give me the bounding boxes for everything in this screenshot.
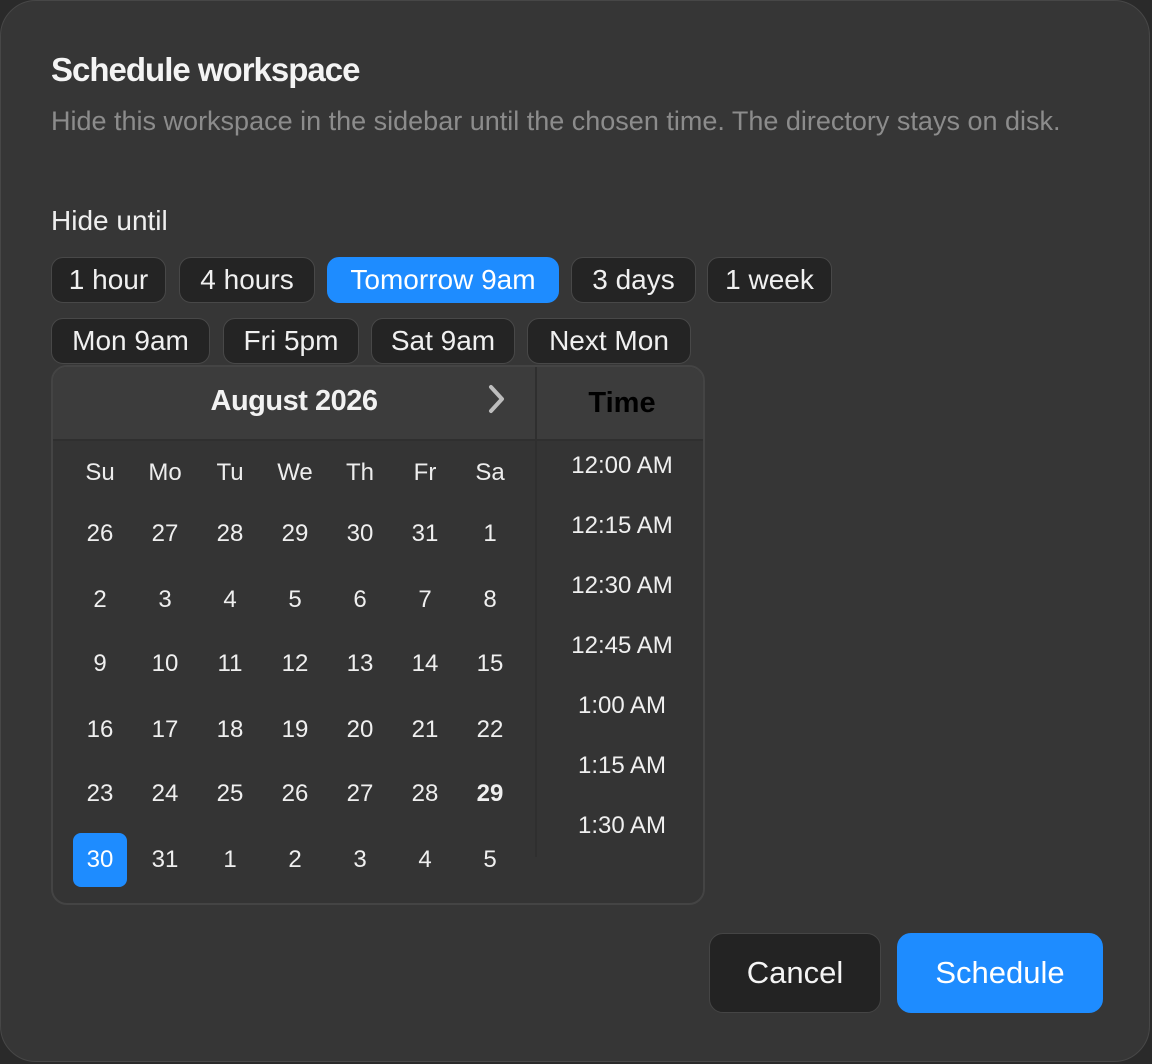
preset-tomorrow-9am[interactable]: Tomorrow 9am <box>327 257 559 303</box>
preset-mon-9am[interactable]: Mon 9am <box>51 318 210 364</box>
calendar-header: August 2026 <box>53 367 535 441</box>
weekday-label: Tu <box>216 459 244 486</box>
calendar-day[interactable]: 19 <box>268 703 322 757</box>
cancel-button[interactable]: Cancel <box>709 933 881 1013</box>
calendar-day[interactable]: 18 <box>203 703 257 757</box>
preset-sat-9am[interactable]: Sat 9am <box>371 318 515 364</box>
calendar-day[interactable]: 31 <box>398 507 452 561</box>
calendar-day[interactable]: 13 <box>333 637 387 691</box>
next-month-button[interactable] <box>481 381 513 417</box>
weekday-label: Th <box>345 459 374 486</box>
calendar-day[interactable]: 17 <box>138 703 192 757</box>
time-option[interactable]: 12:45 AM <box>537 619 703 673</box>
calendar-day[interactable]: 26 <box>268 767 322 821</box>
calendar-day[interactable]: 28 <box>203 507 257 561</box>
calendar-day[interactable]: 15 <box>463 637 517 691</box>
calendar-day[interactable]: 1 <box>463 507 517 561</box>
preset-next-mon[interactable]: Next Mon <box>527 318 691 364</box>
hide-until-label: Hide until <box>51 205 168 236</box>
calendar-day[interactable]: 29 <box>463 767 517 821</box>
calendar-day[interactable]: 2 <box>268 833 322 887</box>
calendar-day[interactable]: 30 <box>333 507 387 561</box>
calendar-day[interactable]: 28 <box>398 767 452 821</box>
preset-4-hours[interactable]: 4 hours <box>179 257 315 303</box>
chevron-right-icon <box>489 385 504 413</box>
calendar-day[interactable]: 27 <box>138 507 192 561</box>
time-option[interactable]: 12:30 AM <box>537 559 703 613</box>
calendar-day[interactable]: 20 <box>333 703 387 757</box>
calendar-day[interactable]: 5 <box>268 573 322 627</box>
calendar-day[interactable]: 10 <box>138 637 192 691</box>
calendar-day[interactable]: 12 <box>268 637 322 691</box>
calendar-day[interactable]: 21 <box>398 703 452 757</box>
schedule-button[interactable]: Schedule <box>897 933 1103 1013</box>
time-option[interactable]: 1:00 AM <box>537 679 703 733</box>
time-column: Time 12:00 AM 12:15 AM 12:30 AM 12:45 AM 1:0… <box>535 367 703 857</box>
calendar-day[interactable]: 11 <box>203 637 257 691</box>
preset-3-days[interactable]: 3 days <box>571 257 696 303</box>
time-option[interactable]: 1:15 AM <box>537 739 703 793</box>
weekday-label: Sa <box>475 459 505 486</box>
weekday-label: We <box>277 459 313 486</box>
weekday-label: Mo <box>148 459 182 486</box>
calendar-day[interactable]: 22 <box>463 703 517 757</box>
calendar-day[interactable]: 4 <box>203 573 257 627</box>
dialog-title: Schedule workspace <box>51 51 360 88</box>
preset-1-hour[interactable]: 1 hour <box>51 257 166 303</box>
preset-fri-5pm[interactable]: Fri 5pm <box>223 318 359 364</box>
date-time-picker: August 2026 Su Mo Tu We Th Fr Sa 26 27 28 29 30 31 1… <box>51 365 705 905</box>
calendar-day[interactable]: 3 <box>138 573 192 627</box>
weekday-label: Fr <box>413 459 437 486</box>
calendar-day[interactable]: 31 <box>138 833 192 887</box>
time-option[interactable]: 1:30 AM <box>537 799 703 853</box>
calendar-day[interactable]: 8 <box>463 573 517 627</box>
calendar-day[interactable]: 16 <box>73 703 127 757</box>
weekday-label: Su <box>85 459 115 486</box>
calendar-day[interactable]: 26 <box>73 507 127 561</box>
calendar-day[interactable]: 30 <box>73 833 127 887</box>
time-option[interactable]: 12:00 AM <box>537 439 703 493</box>
month-label: August 2026 <box>210 385 378 417</box>
calendar-day[interactable]: 5 <box>463 833 517 887</box>
dialog-description: Hide this workspace in the sidebar until… <box>51 106 1061 136</box>
calendar-day[interactable]: 25 <box>203 767 257 821</box>
calendar-day[interactable]: 9 <box>73 637 127 691</box>
calendar-day[interactable]: 2 <box>73 573 127 627</box>
calendar-day[interactable]: 24 <box>138 767 192 821</box>
time-option[interactable]: 12:15 AM <box>537 499 703 553</box>
calendar-day[interactable]: 14 <box>398 637 452 691</box>
schedule-dialog: Schedule workspace Hide this workspace i… <box>0 0 1150 1062</box>
calendar-day[interactable]: 27 <box>333 767 387 821</box>
calendar-day[interactable]: 7 <box>398 573 452 627</box>
calendar-day[interactable]: 29 <box>268 507 322 561</box>
calendar-day[interactable]: 23 <box>73 767 127 821</box>
preset-1-week[interactable]: 1 week <box>707 257 832 303</box>
calendar-day[interactable]: 6 <box>333 573 387 627</box>
calendar-day[interactable]: 3 <box>333 833 387 887</box>
time-header: Time <box>537 367 703 441</box>
calendar-day[interactable]: 4 <box>398 833 452 887</box>
calendar-day[interactable]: 1 <box>203 833 257 887</box>
